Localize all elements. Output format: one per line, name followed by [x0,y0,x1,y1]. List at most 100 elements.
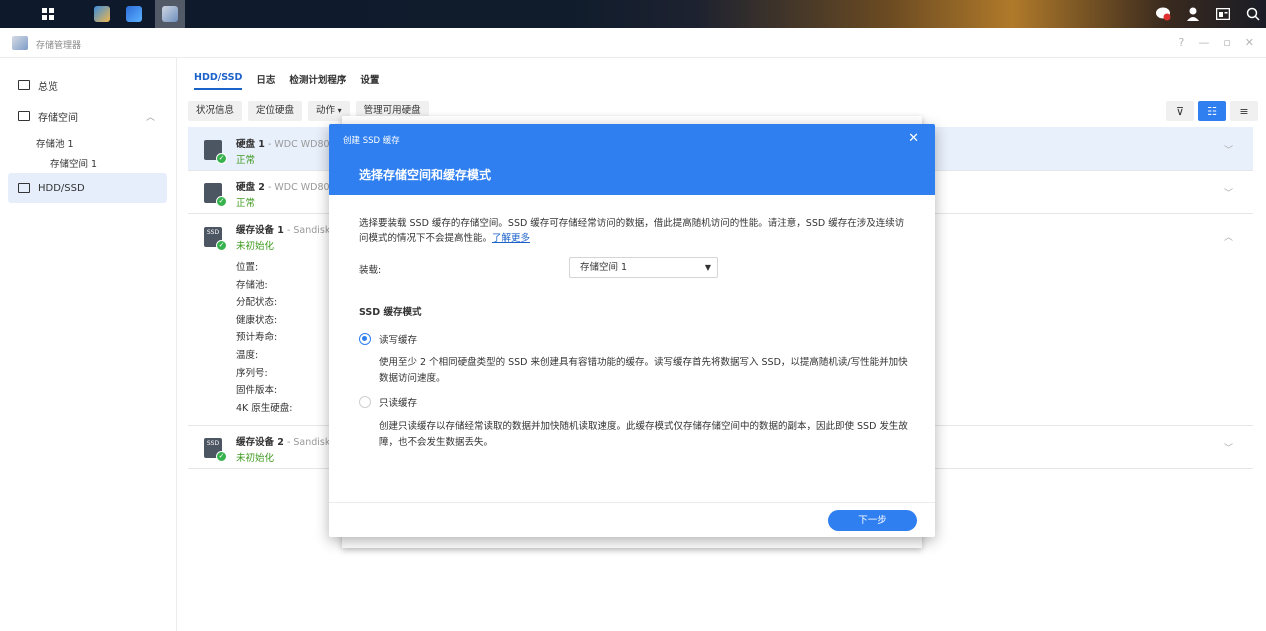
check-icon: ✓ [216,196,227,207]
sidebar-item-hdd-ssd[interactable]: HDD/SSD [8,173,167,203]
ssd-device-icon: SSD ✓ [204,438,227,462]
detail-label: 分配状态: [236,297,278,309]
drive-model: - Sandisk [283,437,331,448]
widgets-button[interactable] [1210,0,1236,28]
overview-icon [18,80,30,90]
volume-select-value: 存储空间 1 [580,262,628,273]
close-icon[interactable]: ✕ [908,131,919,146]
detail-view-button[interactable]: ☷ [1198,101,1226,121]
hdd-device-icon: ✓ [204,140,227,164]
mount-label: 装载: [359,265,382,276]
ssd-icon-label: SSD [206,440,220,447]
filter-icon: ⊽ [1175,104,1185,118]
read-only-cache-desc: 创建只读缓存以存储经常读取的数据并加快随机读取速度。此缓存模式仅存储存储空间中的… [379,421,908,448]
taskbar-app-storage-manager[interactable] [155,0,185,28]
drive-status: 未初始化 [236,241,275,252]
detail-label: 存储池: [236,279,268,291]
storage-manager-icon [162,6,178,22]
window-header: 存储管理器 ? — ▫ ✕ [0,28,1266,58]
storage-icon [18,111,30,121]
read-only-cache-radio[interactable] [359,396,371,408]
user-icon [1187,7,1199,21]
cache-mode-title: SSD 缓存模式 [359,307,422,318]
search-button[interactable] [1240,0,1266,28]
locate-drive-button[interactable]: 定位硬盘 [248,101,303,121]
dialog-title: 选择存储空间和缓存模式 [359,168,492,182]
detail-label: 4K 原生硬盘: [236,402,293,414]
tab-hdd-ssd[interactable]: HDD/SSD [194,72,242,86]
chevron-down-icon[interactable]: ﹀ [1224,186,1233,199]
main-menu-button[interactable] [34,0,62,28]
help-icon[interactable]: ? [1178,36,1184,49]
ssd-device-icon: SSD ✓ [204,227,227,251]
tab-log[interactable]: 日志 [256,72,275,86]
check-icon: ✓ [216,451,227,462]
close-icon[interactable]: ✕ [1245,36,1254,49]
drive-name: 缓存设备 1 - Sandisk [236,222,330,236]
volume-select[interactable]: 存储空间 1 ▼ [569,257,718,278]
drive-name: 硬盘 1 - WDC WD80 [236,136,330,150]
sidebar-item-storage-pool[interactable]: 存储池 1 [36,136,74,150]
storage-manager-icon [12,36,28,50]
sidebar-item-label: 总览 [38,81,58,93]
hdd-device-icon: ✓ [204,183,227,207]
minimize-icon[interactable]: — [1198,36,1209,49]
detail-label: 固件版本: [236,385,278,397]
drive-status: 正常 [236,155,256,166]
sidebar-item-storage[interactable]: 存储空间 ︿ [8,101,167,131]
detail-label: 健康状态: [236,314,278,326]
package-center-icon [94,6,110,22]
detail-label: 预计寿命: [236,332,278,344]
drive-model: - WDC WD80 [264,139,330,150]
detail-view-icon: ☷ [1207,104,1217,118]
learn-more-link[interactable]: 了解更多 [492,233,530,244]
read-write-cache-desc: 使用至少 2 个相同硬盘类型的 SSD 来创建具有容错功能的缓存。读写缓存首先将… [379,357,908,384]
active-tab-indicator [194,88,242,90]
drive-name-text: 硬盘 2 [236,182,265,193]
status-info-button[interactable]: 状况信息 [188,101,243,121]
drive-name: 硬盘 2 - WDC WD80 [236,179,330,193]
drive-model: - Sandisk [283,225,331,236]
tab-test-schedule[interactable]: 检测计划程序 [289,72,346,86]
drive-name-text: 硬盘 1 [236,139,265,150]
dialog-small-title: 创建 SSD 缓存 [343,136,400,146]
taskbar-app-control-panel[interactable] [120,0,148,28]
tab-settings[interactable]: 设置 [360,72,379,86]
window-title: 存储管理器 [36,41,82,51]
view-controls: ⊽ ☷ ≡ [1166,101,1258,121]
filter-button[interactable]: ⊽ [1166,101,1194,121]
read-write-cache-label[interactable]: 读写缓存 [379,332,417,346]
dialog-footer-divider [329,502,935,503]
detail-label: 位置: [236,262,259,273]
taskbar [0,0,1266,28]
read-write-cache-radio[interactable] [359,333,371,345]
drive-details: 位置: 存储池: 分配状态: 健康状态: 预计寿命: 温度: 序列号: 固件版本… [236,259,293,417]
chevron-up-icon[interactable]: ︿ [1224,230,1233,243]
list-view-button[interactable]: ≡ [1230,101,1258,121]
chevron-down-icon[interactable]: ﹀ [1224,143,1233,156]
sidebar-item-volume[interactable]: 存储空间 1 [50,156,97,170]
detail-label: 序列号: [236,367,268,379]
hdd-icon [18,183,30,193]
sidebar-item-label: 存储空间 [38,112,78,124]
taskbar-app-package-center[interactable] [88,0,116,28]
sidebar-item-label: HDD/SSD [38,182,85,194]
drive-status: 正常 [236,198,256,209]
next-button[interactable]: 下一步 [828,510,917,531]
user-button[interactable] [1180,0,1206,28]
drive-name-text: 缓存设备 1 [236,225,284,236]
sidebar-item-overview[interactable]: 总览 [8,70,167,100]
search-icon [1246,7,1260,21]
chat-notification-icon [1156,7,1171,21]
notifications-button[interactable] [1150,0,1176,28]
read-only-cache-label[interactable]: 只读缓存 [379,395,417,409]
drive-model: - WDC WD80 [264,182,330,193]
create-ssd-cache-dialog: 创建 SSD 缓存 选择存储空间和缓存模式 ✕ 选择要装载 SSD 缓存的存储空… [329,124,935,537]
ssd-icon-label: SSD [206,229,220,236]
restore-icon[interactable]: ▫ [1223,36,1230,49]
detail-label: 温度: [236,349,259,361]
chevron-up-icon: ︿ [145,112,155,123]
check-icon: ✓ [216,153,227,164]
chevron-down-icon[interactable]: ﹀ [1224,441,1233,454]
list-view-icon: ≡ [1239,104,1249,118]
